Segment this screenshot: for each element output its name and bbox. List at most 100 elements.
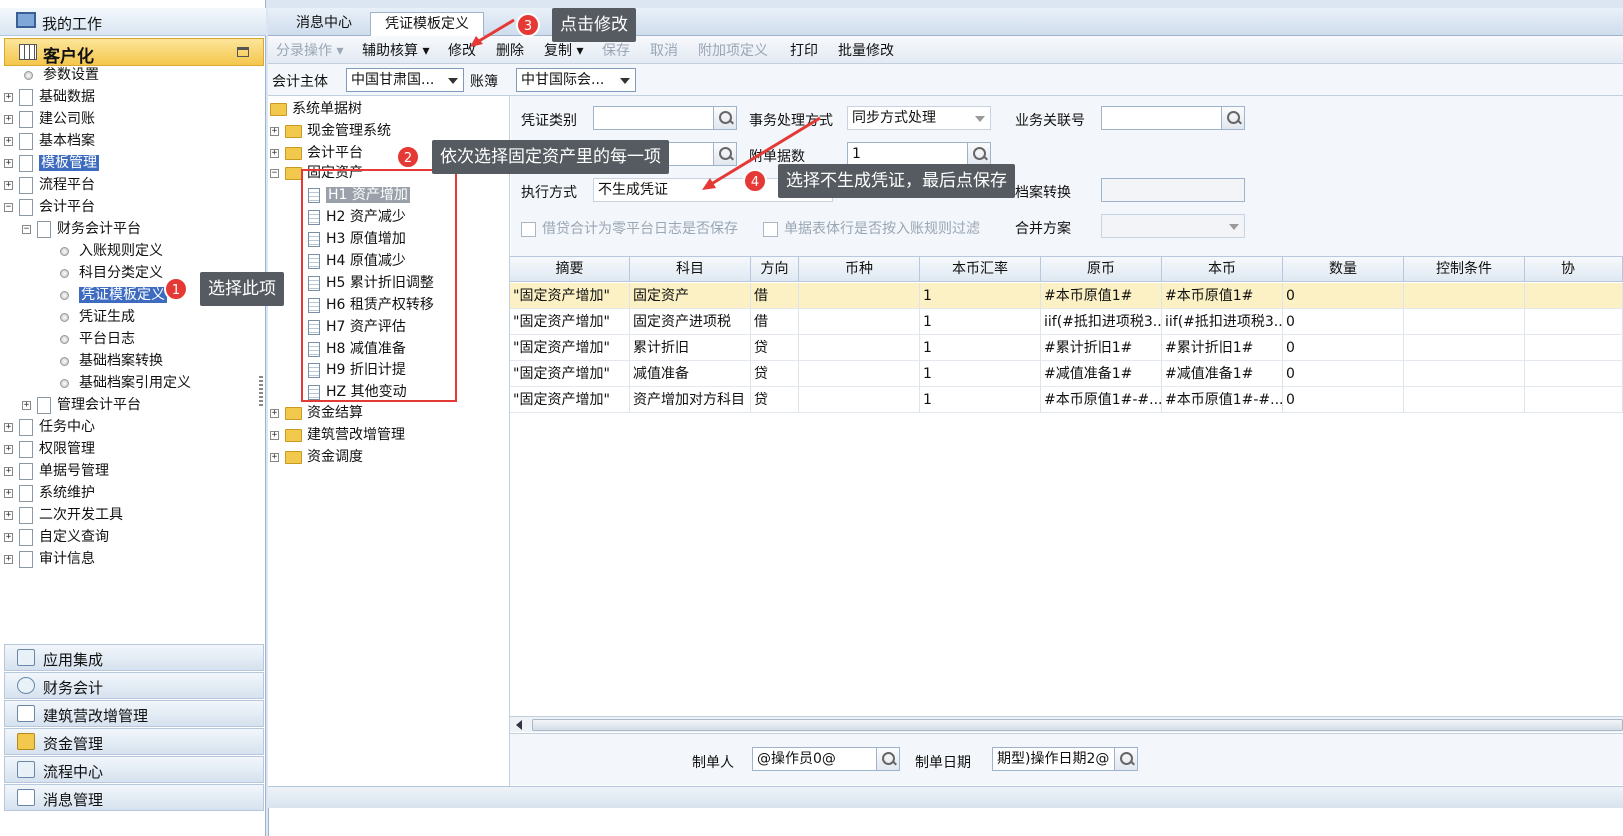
expand-plus-icon[interactable]: + [4,180,13,190]
tree-item-archive-conversion[interactable]: 基础档案转换 [60,350,163,372]
expand-plus-icon[interactable]: + [270,430,279,440]
archive-conversion-input[interactable] [1101,178,1245,202]
tab-message-center[interactable]: 消息中心 [282,12,366,36]
merge-plan-select[interactable] [1101,214,1245,238]
book-select[interactable]: 中甘国际会... [516,68,636,92]
make-date-input[interactable]: 期型)操作日期2@ [992,747,1116,771]
voucher-type-input[interactable] [593,106,717,130]
grid-cell[interactable] [1404,309,1525,335]
grid-cell[interactable]: 0 [1283,335,1404,361]
maker-search-icon[interactable] [876,747,900,771]
grid-cell[interactable]: 贷 [751,335,799,361]
batch-modify-button[interactable]: 批量修改 [838,40,894,60]
grid-cell[interactable]: 0 [1283,387,1404,413]
grid-cell[interactable]: 0 [1283,309,1404,335]
grid-cell[interactable] [799,387,920,413]
col-header-coop[interactable]: 协 [1525,257,1623,282]
grid-cell[interactable]: "固定资产增加" [510,309,630,335]
expand-plus-icon[interactable]: + [270,126,279,136]
grid-cell-trailing[interactable] [1525,361,1623,387]
extra-items-button[interactable]: 附加项定义 [698,40,768,60]
tree-item-voucher-template[interactable]: 凭证模板定义 [60,284,167,306]
grid-cell[interactable]: 固定资产进项税 [630,309,751,335]
grid-cell[interactable]: 资产增加对方科目 [630,387,751,413]
collapse-minus-icon[interactable]: − [22,224,31,234]
grid-cell[interactable]: 1 [920,387,1041,413]
expand-plus-icon[interactable]: + [4,488,13,498]
grid-cell[interactable] [1404,283,1525,309]
grid-cell[interactable]: #减值准备1# [1162,361,1283,387]
grid-cell-trailing[interactable] [1525,387,1623,413]
grid-cell[interactable] [799,335,920,361]
tree-item-subject-classification[interactable]: 科目分类定义 [60,262,163,284]
expand-plus-icon[interactable]: + [4,554,13,564]
scroll-thumb[interactable] [532,719,1623,731]
modify-button[interactable]: 修改 [448,40,476,60]
grid-cell[interactable]: 累计折旧 [630,335,751,361]
grid-cell[interactable]: 0 [1283,283,1404,309]
make-date-search-icon[interactable] [1114,747,1138,771]
tree-item-params[interactable]: 参数设置 [8,64,99,86]
grid-cell[interactable]: #减值准备1# [1041,361,1162,387]
grid-cell[interactable] [799,361,920,387]
biz-relation-search-icon[interactable] [1221,106,1245,130]
tree-item-platform-log[interactable]: 平台日志 [60,328,135,350]
grid-cell[interactable]: 固定资产 [630,283,751,309]
nav-construction-vat[interactable]: 建筑营改增管理 [4,700,264,727]
expand-plus-icon[interactable]: + [270,408,279,418]
tree-item-basic-archive[interactable]: + 基本档案 [4,130,95,152]
second-row-search-icon[interactable] [713,142,737,166]
entry-operation-button[interactable]: 分录操作 ▾ [276,40,343,60]
copy-button[interactable]: 复制 ▾ [544,40,583,60]
biz-relation-input[interactable] [1101,106,1225,130]
col-header-direction[interactable]: 方向 [751,257,799,282]
voucher-type-search-icon[interactable] [713,106,737,130]
process-mode-select[interactable]: 同步方式处理 [847,106,991,130]
grid-cell[interactable]: 1 [920,335,1041,361]
maker-input[interactable]: @操作员0@ [752,747,878,771]
grid-cell[interactable] [799,283,920,309]
tree-item-permission[interactable]: + 权限管理 [4,438,95,460]
grid-cell[interactable]: "固定资产增加" [510,361,630,387]
collapse-minus-icon[interactable]: − [270,168,279,178]
tree-folder-accounting[interactable]: + 会计平台 [270,142,363,164]
grid-cell[interactable]: 贷 [751,387,799,413]
tree-item-management-accounting[interactable]: + 管理会计平台 [22,394,141,416]
nav-process-center[interactable]: 流程中心 [4,756,264,783]
grid-cell[interactable]: #本币原值1# [1041,283,1162,309]
tree-root[interactable]: 系统单据树 [270,98,362,120]
tree-folder-construction-vat[interactable]: + 建筑营改增管理 [270,424,405,446]
grid-cell[interactable]: 1 [920,309,1041,335]
nav-fund-management[interactable]: 资金管理 [4,728,264,755]
save-button[interactable]: 保存 [602,40,630,60]
tree-item-doc-number[interactable]: + 单据号管理 [4,460,109,482]
col-header-original[interactable]: 原币 [1041,257,1162,282]
grid-cell[interactable]: "固定资产增加" [510,335,630,361]
expand-plus-icon[interactable]: + [4,422,13,432]
grid-cell[interactable]: #累计折旧1# [1162,335,1283,361]
expand-plus-icon[interactable]: + [4,92,13,102]
attachments-search-icon[interactable] [967,142,991,166]
col-header-rate[interactable]: 本币汇率 [920,257,1041,282]
grid-cell[interactable] [799,309,920,335]
expand-plus-icon[interactable]: + [4,466,13,476]
expand-plus-icon[interactable]: + [22,400,31,410]
print-button[interactable]: 打印 [790,40,818,60]
tree-item-dev-tools[interactable]: + 二次开发工具 [4,504,123,526]
expand-plus-icon[interactable]: + [4,114,13,124]
tree-item-accounting-platform[interactable]: − 会计平台 [4,196,95,218]
tree-item-archive-reference[interactable]: 基础档案引用定义 [60,372,191,394]
expand-plus-icon[interactable]: + [270,148,279,158]
horizontal-scrollbar[interactable] [510,716,1623,732]
grid-cell-trailing[interactable] [1525,283,1623,309]
grid-cell[interactable]: #累计折旧1# [1041,335,1162,361]
expand-plus-icon[interactable]: + [270,452,279,462]
grid-cell[interactable] [1404,335,1525,361]
collapse-minus-icon[interactable]: − [4,202,13,212]
col-header-subject[interactable]: 科目 [630,257,751,282]
grid-cell[interactable]: 减值准备 [630,361,751,387]
col-header-control[interactable]: 控制条件 [1404,257,1525,282]
nav-message-management[interactable]: 消息管理 [4,784,264,811]
nav-app-integration[interactable]: 应用集成 [4,644,264,671]
col-header-currency[interactable]: 币种 [799,257,920,282]
